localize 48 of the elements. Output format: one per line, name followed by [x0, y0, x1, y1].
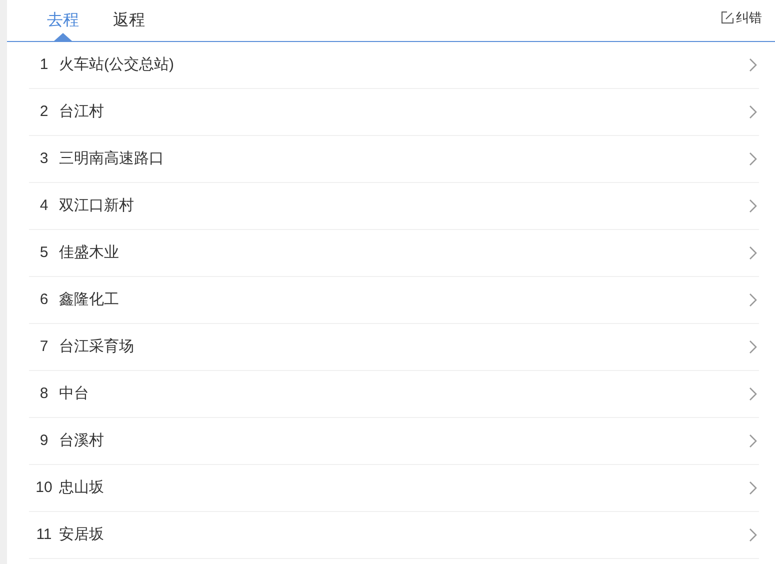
stop-number: 10 — [34, 478, 54, 498]
stop-number: 4 — [38, 196, 50, 216]
stop-row[interactable]: 4 双江口新村 — [29, 183, 759, 230]
stop-name: 三明南高速路口 — [59, 148, 165, 169]
edit-icon — [721, 11, 734, 24]
direction-tab[interactable]: 返程 — [113, 0, 145, 41]
stop-name: 安居坂 — [59, 524, 105, 545]
stop-number: 2 — [38, 102, 50, 122]
stop-name: 中台 — [59, 384, 90, 404]
stop-number: 6 — [38, 290, 50, 310]
stop-number: 5 — [38, 242, 50, 263]
stop-name: 台溪村 — [59, 430, 105, 451]
chevron-right-icon — [749, 340, 757, 354]
stop-row[interactable]: 6 鑫隆化工 — [29, 277, 759, 324]
stop-name: 火车站(公交总站) — [59, 54, 175, 75]
chevron-right-icon — [749, 199, 757, 213]
stop-number: 1 — [38, 54, 50, 75]
stop-row[interactable]: 2 台江村 — [29, 89, 759, 136]
stop-name: 佳盛木业 — [59, 242, 120, 263]
stop-name: 台江采育场 — [59, 336, 135, 357]
stop-row[interactable]: 8 中台 — [29, 371, 759, 418]
chevron-right-icon — [749, 58, 757, 72]
stop-name: 鑫隆化工 — [59, 290, 120, 310]
stop-number: 8 — [38, 384, 50, 404]
stop-name: 双江口新村 — [59, 196, 135, 216]
stop-number: 11 — [35, 524, 53, 545]
chevron-right-icon — [749, 528, 757, 542]
report-error-link[interactable]: 纠错 — [721, 8, 762, 28]
stop-name: 忠山坂 — [59, 478, 105, 498]
stop-row[interactable]: 10 忠山坂 — [29, 465, 759, 512]
chevron-right-icon — [749, 481, 757, 495]
chevron-right-icon — [749, 434, 757, 448]
chevron-right-icon — [749, 387, 757, 401]
chevron-right-icon — [749, 152, 757, 166]
stop-name: 台江村 — [59, 102, 105, 122]
direction-tab[interactable]: 去程 — [47, 0, 79, 41]
stop-row[interactable]: 11 安居坂 — [29, 512, 759, 559]
stop-row[interactable]: 3 三明南高速路口 — [29, 136, 759, 183]
stop-row[interactable]: 1 火车站(公交总站) — [29, 42, 759, 89]
stop-number: 7 — [38, 336, 50, 357]
chevron-right-icon — [749, 105, 757, 119]
stop-row[interactable]: 7 台江采育场 — [29, 324, 759, 371]
stop-row[interactable]: 9 台溪村 — [29, 418, 759, 465]
stop-number: 3 — [38, 148, 50, 169]
chevron-right-icon — [749, 246, 757, 260]
chevron-right-icon — [749, 293, 757, 307]
stop-number: 9 — [38, 430, 50, 451]
stop-row[interactable]: 5 佳盛木业 — [29, 230, 759, 277]
